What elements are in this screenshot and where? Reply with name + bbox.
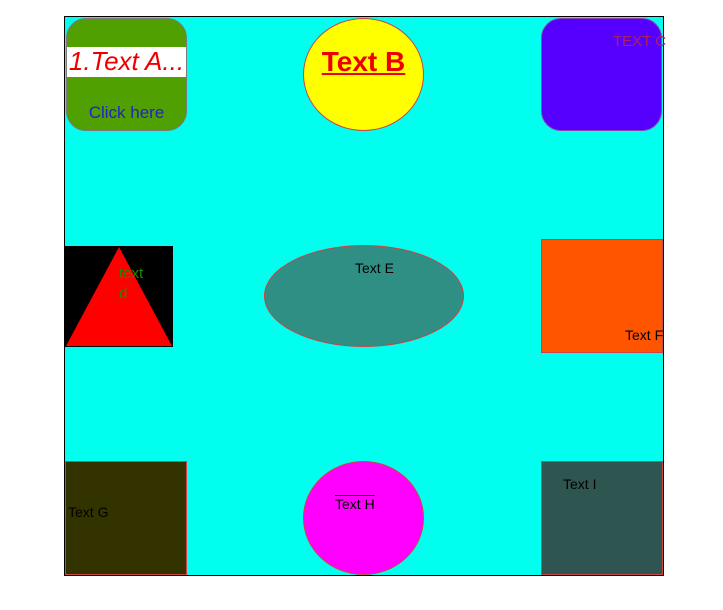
shape-d-triangle-box: text d: [65, 246, 173, 347]
shape-f-label: Text F: [625, 327, 664, 343]
shape-d-label: text d: [119, 265, 144, 302]
shape-b-circle: Text B: [303, 18, 424, 131]
shape-a-rounded-box: 1.Text A... Click here: [66, 18, 187, 131]
shape-i-box: Text I: [541, 461, 663, 575]
shape-g-box: Text G: [65, 461, 187, 575]
shape-a-title: 1.Text A...: [68, 46, 185, 76]
shape-e-label: Text E: [355, 260, 394, 276]
shape-c-rounded-box: TEXT C: [541, 18, 666, 131]
click-here-link[interactable]: Click here: [67, 103, 186, 123]
shape-f-box: Text F: [541, 239, 663, 353]
shape-b-label: Text B: [321, 46, 406, 77]
shape-g-label: Text G: [68, 504, 109, 520]
shape-h-label: Text H: [335, 496, 375, 512]
shape-h-circle: Text H: [303, 461, 424, 575]
shapes-canvas: 1.Text A... Click here Text B TEXT C tex…: [64, 16, 666, 576]
shape-i-label: Text I: [563, 476, 597, 492]
shape-e-ellipse: Text E: [264, 245, 464, 347]
shape-c-label: TEXT C: [613, 33, 667, 50]
